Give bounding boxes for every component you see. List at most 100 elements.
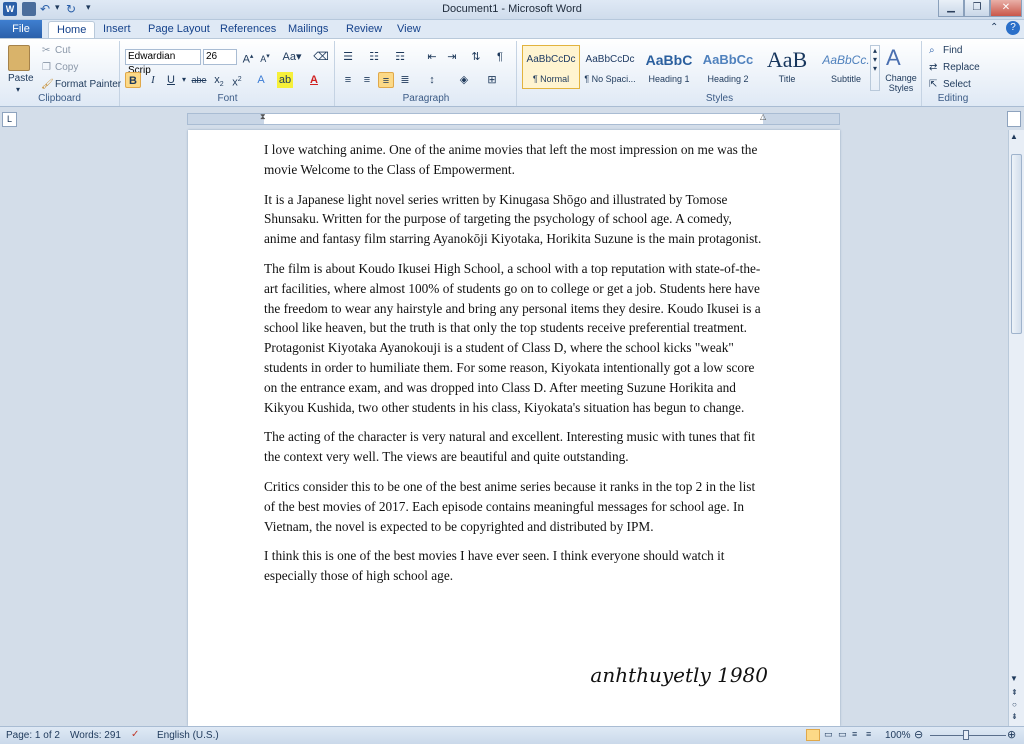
style-heading-1[interactable]: AaBbC Heading 1: [640, 45, 698, 89]
zoom-in-icon[interactable]: ⊕: [1007, 728, 1016, 741]
bullets-icon[interactable]: ☰: [340, 49, 356, 65]
subscript-icon[interactable]: x2: [211, 72, 227, 88]
paragraph[interactable]: The film is about Koudo Ikusei High Scho…: [264, 259, 764, 417]
tab-view[interactable]: View: [389, 21, 429, 39]
minimize-button[interactable]: ▁: [938, 0, 964, 17]
scroll-down-icon[interactable]: ▼: [1010, 674, 1018, 683]
horizontal-ruler[interactable]: ⧗ △: [187, 112, 840, 125]
minimize-ribbon-icon[interactable]: ⌃: [990, 22, 998, 33]
tab-references[interactable]: References: [212, 21, 284, 39]
indent-marker-icon[interactable]: ⧗: [260, 112, 266, 122]
paragraph[interactable]: The acting of the character is very natu…: [264, 427, 764, 467]
style-no-spacing[interactable]: AaBbCcDc ¶ No Spaci...: [581, 45, 639, 89]
align-left-icon[interactable]: ≡: [340, 72, 356, 88]
align-center-icon[interactable]: ≡: [359, 72, 375, 88]
outline-view-icon[interactable]: ≡: [852, 729, 857, 739]
style-preview: AaBbCcDc: [585, 54, 635, 65]
grow-font-icon[interactable]: A▴: [240, 49, 256, 66]
font-color-icon[interactable]: A: [306, 72, 322, 88]
style-subtitle[interactable]: AaBbCc. Subtitle: [817, 45, 875, 89]
document-page[interactable]: I love watching anime. One of the anime …: [188, 130, 840, 726]
window-title: Document1 - Microsoft Word: [442, 3, 582, 15]
document-body[interactable]: I love watching anime. One of the anime …: [264, 140, 764, 596]
numbering-icon[interactable]: ☷: [366, 49, 382, 65]
styles-more-icon[interactable]: ▴ ▾ ▾: [870, 45, 880, 91]
zoom-out-icon[interactable]: ⊖: [914, 728, 923, 741]
shading-icon[interactable]: ◈: [456, 72, 472, 88]
shrink-font-icon[interactable]: A▾: [257, 49, 273, 65]
web-layout-view-icon[interactable]: ▭: [838, 729, 847, 740]
sort-icon[interactable]: ⇅: [468, 49, 484, 65]
strikethrough-icon[interactable]: abe: [191, 72, 207, 88]
help-icon[interactable]: ?: [1006, 21, 1020, 35]
style-normal[interactable]: AaBbCcDc ¶ Normal: [522, 45, 580, 89]
line-spacing-icon[interactable]: ↕: [424, 72, 440, 88]
zoom-level[interactable]: 100%: [885, 730, 911, 741]
paragraph[interactable]: I love watching anime. One of the anime …: [264, 140, 764, 180]
tab-insert[interactable]: Insert: [95, 21, 139, 39]
tab-review[interactable]: Review: [338, 21, 390, 39]
scroll-thumb[interactable]: [1011, 154, 1022, 334]
style-title[interactable]: AaB Title: [758, 45, 816, 89]
proofing-icon[interactable]: ✓: [131, 729, 139, 740]
language[interactable]: English (U.S.): [157, 730, 219, 741]
font-group: Edwardian Scrip 26 A▴ A▾ Aa▾ ⌫ B I U ▾ a…: [121, 41, 335, 106]
tab-mailings[interactable]: Mailings: [280, 21, 336, 39]
tab-home[interactable]: Home: [48, 21, 96, 39]
copy-button[interactable]: Copy: [55, 62, 78, 73]
print-layout-view-icon[interactable]: [806, 729, 820, 741]
tab-page-layout[interactable]: Page Layout: [140, 21, 218, 39]
borders-icon[interactable]: ⊞: [484, 72, 500, 88]
style-heading-2[interactable]: AaBbCc Heading 2: [699, 45, 757, 89]
increase-indent-icon[interactable]: ⇥: [444, 49, 460, 65]
bold-icon[interactable]: B: [125, 72, 141, 88]
title-bar: W ↶ ▾ ↻ ▾ Document1 - Microsoft Word ▁ ❐…: [0, 0, 1024, 20]
tab-file[interactable]: File: [0, 20, 42, 39]
superscript-icon[interactable]: x2: [229, 72, 245, 89]
previous-page-icon[interactable]: ⇞: [1011, 688, 1018, 697]
right-indent-marker-icon[interactable]: △: [760, 112, 766, 121]
word-count[interactable]: Words: 291: [70, 730, 121, 741]
multilevel-list-icon[interactable]: ☶: [392, 49, 408, 65]
format-painter-button[interactable]: Format Painter: [55, 79, 121, 90]
clipboard-group: Paste ▾ ✂ Cut ❐ Copy 🖌 Format Painter Cl…: [0, 41, 121, 106]
scroll-up-icon[interactable]: ▲: [1010, 132, 1018, 141]
zoom-slider-thumb[interactable]: [963, 730, 969, 740]
find-button[interactable]: Find: [943, 45, 962, 56]
justify-icon[interactable]: ≣: [397, 72, 413, 88]
paragraph[interactable]: I think this is one of the best movies I…: [264, 546, 764, 586]
decrease-indent-icon[interactable]: ⇤: [424, 49, 440, 65]
maximize-button[interactable]: ❐: [964, 0, 990, 17]
change-styles-icon[interactable]: A: [886, 45, 901, 71]
font-size-combo[interactable]: 26: [203, 49, 237, 65]
full-screen-reading-view-icon[interactable]: ▭: [824, 729, 833, 740]
replace-button[interactable]: Replace: [943, 62, 980, 73]
next-page-icon[interactable]: ⇟: [1011, 712, 1018, 721]
italic-icon[interactable]: I: [145, 72, 161, 88]
style-name: Title: [778, 74, 796, 84]
paragraph[interactable]: Critics consider this to be one of the b…: [264, 477, 764, 536]
paste-icon[interactable]: [8, 45, 30, 71]
underline-dropdown-icon[interactable]: ▾: [176, 72, 192, 88]
tab-selector-icon[interactable]: L: [2, 112, 17, 127]
show-formatting-marks-icon[interactable]: ¶: [492, 49, 508, 65]
align-right-icon[interactable]: ≡: [378, 72, 394, 88]
paragraph[interactable]: It is a Japanese light novel series writ…: [264, 190, 764, 249]
draft-view-icon[interactable]: ≡: [866, 729, 871, 739]
view-ruler-icon[interactable]: [1007, 111, 1021, 127]
change-styles-button[interactable]: Change Styles: [882, 73, 920, 93]
highlight-color-icon[interactable]: ab: [277, 72, 293, 88]
style-name: ¶ No Spaci...: [584, 74, 636, 84]
select-button[interactable]: Select: [943, 79, 971, 90]
font-name-combo[interactable]: Edwardian Scrip: [125, 49, 201, 76]
text-effects-icon[interactable]: A: [253, 72, 269, 88]
change-case-icon[interactable]: Aa▾: [281, 49, 303, 65]
cut-button[interactable]: Cut: [55, 45, 71, 56]
vertical-scrollbar[interactable]: ▲ ▼ ⇞ ○ ⇟: [1008, 130, 1024, 726]
editing-group: ⌕ Find ⇄ Replace ⇱ Select Editing: [923, 41, 983, 106]
clear-formatting-icon[interactable]: ⌫: [313, 49, 329, 65]
close-button[interactable]: ✕: [990, 0, 1022, 17]
paste-button[interactable]: Paste: [8, 73, 34, 84]
page-count[interactable]: Page: 1 of 2: [6, 730, 60, 741]
browse-object-icon[interactable]: ○: [1012, 700, 1017, 709]
